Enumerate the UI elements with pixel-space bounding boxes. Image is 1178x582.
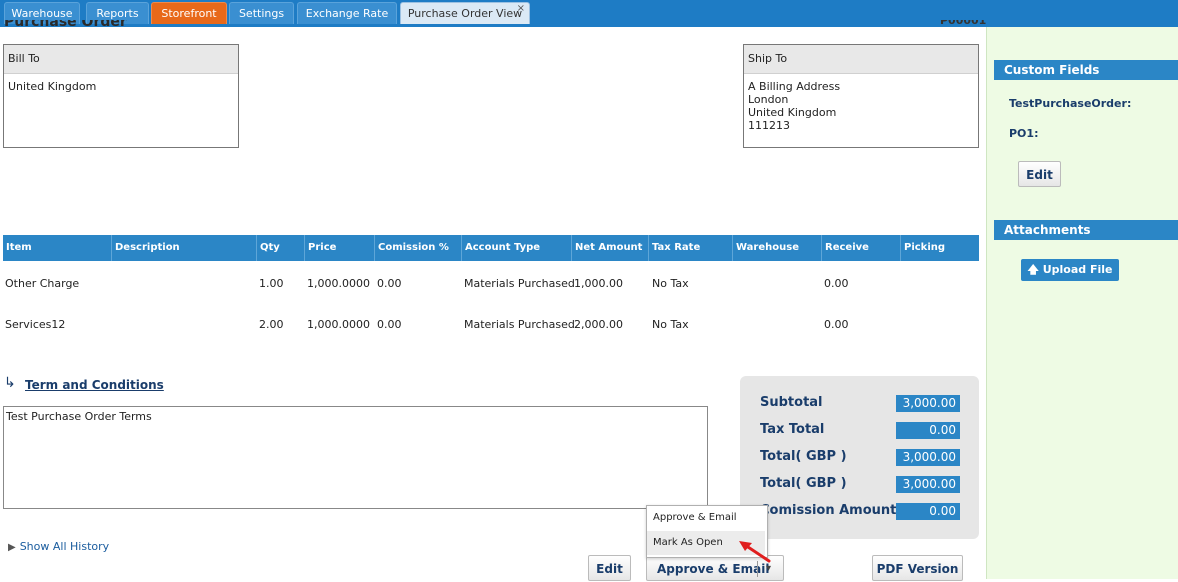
attachments-header: Attachments xyxy=(994,220,1178,240)
terms-textarea[interactable]: Test Purchase Order Terms xyxy=(3,406,708,509)
cell-account-type: Materials Purchased xyxy=(464,277,575,290)
tab-label: Reports xyxy=(96,7,139,20)
tax-total-value: 0.00 xyxy=(896,422,960,439)
cell-tax-rate: No Tax xyxy=(652,318,689,331)
address-line: A Billing Address xyxy=(748,80,841,93)
col-qty: Qty xyxy=(257,235,305,261)
col-description: Description xyxy=(112,235,257,261)
total-gbp-label: Total( GBP ) xyxy=(760,449,847,464)
cell-net-amount: 2,000.00 xyxy=(574,318,623,331)
order-number: P00001 xyxy=(940,20,987,27)
custom-field-label: TestPurchaseOrder: xyxy=(1009,97,1132,110)
tab-purchase-order-view[interactable]: Purchase Order View × xyxy=(400,2,530,24)
totals-panel: Subtotal 3,000.00 Tax Total 0.00 Total( … xyxy=(740,376,979,539)
upload-label: Upload File xyxy=(1042,263,1113,276)
table-row: Other Charge 1.00 1,000.0000 0.00 Materi… xyxy=(0,277,980,291)
edit-button[interactable]: Edit xyxy=(588,555,631,581)
custom-fields-header: Custom Fields xyxy=(994,60,1178,80)
triangle-right-icon: ▶ xyxy=(8,542,16,553)
total-gbp-label-2: Total( GBP ) xyxy=(760,476,847,491)
upload-file-button[interactable]: 🡅 Upload File xyxy=(1021,259,1119,281)
tab-settings[interactable]: Settings xyxy=(229,2,294,24)
red-arrow-annotation xyxy=(739,541,771,563)
arrow-up-icon: 🡅 xyxy=(1027,263,1039,276)
cell-price: 1,000.0000 xyxy=(307,318,370,331)
total-gbp-value: 3,000.00 xyxy=(896,449,960,466)
bill-to-address: United Kingdom xyxy=(4,74,238,99)
commission-amount-label: Comission Amount xyxy=(760,503,897,518)
address-line: London xyxy=(748,93,789,106)
col-warehouse: Warehouse xyxy=(733,235,822,261)
ship-to-title: Ship To xyxy=(744,45,978,74)
col-item: Item xyxy=(3,235,112,261)
cell-item: Services12 xyxy=(5,318,66,331)
tab-storefront[interactable]: Storefront xyxy=(151,2,227,24)
cell-tax-rate: No Tax xyxy=(652,277,689,290)
cell-receive: 0.00 xyxy=(824,318,849,331)
col-picking: Picking xyxy=(904,242,946,253)
total-gbp-value-2: 3,000.00 xyxy=(896,476,960,493)
address-line: United Kingdom xyxy=(8,80,97,93)
cell-item: Other Charge xyxy=(5,277,80,290)
ship-to-box: Ship To A Billing Address London United … xyxy=(743,44,979,148)
return-arrow-icon: ↳ xyxy=(4,375,16,391)
subtotal-label: Subtotal xyxy=(760,395,823,410)
commission-amount-value: 0.00 xyxy=(896,503,960,520)
custom-fields-edit-button[interactable]: Edit xyxy=(1018,161,1061,187)
tab-label: Purchase Order View xyxy=(407,7,523,20)
col-receive: Receive xyxy=(822,235,901,261)
terms-and-conditions-link[interactable]: Term and Conditions xyxy=(25,378,164,392)
address-line: 111213 xyxy=(748,119,790,132)
show-history-link[interactable]: ▶ Show All History xyxy=(8,540,109,553)
cell-commission: 0.00 xyxy=(377,277,402,290)
address-line: United Kingdom xyxy=(748,106,837,119)
tab-label: Exchange Rate xyxy=(305,7,389,20)
pdf-version-button[interactable]: PDF Version xyxy=(872,555,963,581)
tab-label: Warehouse xyxy=(11,7,73,20)
tax-total-label: Tax Total xyxy=(760,422,825,437)
col-commission: Comission % xyxy=(375,235,462,261)
cell-receive: 0.00 xyxy=(824,277,849,290)
bill-to-box: Bill To United Kingdom xyxy=(3,44,239,148)
col-tax-rate: Tax Rate xyxy=(649,235,733,261)
page-title: Purchase Order xyxy=(4,20,127,29)
custom-field-label: PO1: xyxy=(1009,127,1039,140)
cell-qty: 2.00 xyxy=(259,318,284,331)
cell-price: 1,000.0000 xyxy=(307,277,370,290)
menu-item-approve-email[interactable]: Approve & Email xyxy=(647,506,765,530)
table-row: Services12 2.00 1,000.0000 0.00 Material… xyxy=(0,318,980,332)
col-price: Price xyxy=(305,235,375,261)
history-label: Show All History xyxy=(19,540,110,553)
cell-qty: 1.00 xyxy=(259,277,284,290)
cell-net-amount: 1,000.00 xyxy=(574,277,623,290)
bill-to-title: Bill To xyxy=(4,45,238,74)
col-account-type: Account Type xyxy=(462,235,572,261)
cell-commission: 0.00 xyxy=(377,318,402,331)
cell-account-type: Materials Purchased xyxy=(464,318,575,331)
subtotal-value: 3,000.00 xyxy=(896,395,960,412)
tab-label: Settings xyxy=(238,7,285,20)
items-table-header: Item Description Qty Price Comission % A… xyxy=(3,235,979,261)
col-net-amount: Net Amount xyxy=(572,235,649,261)
right-sidebar: Custom Fields TestPurchaseOrder: PO1: Ed… xyxy=(986,27,1178,579)
close-icon[interactable]: × xyxy=(517,0,525,20)
ship-to-address: A Billing Address London United Kingdom … xyxy=(744,74,978,138)
tab-exchange-rate[interactable]: Exchange Rate xyxy=(297,2,397,24)
tab-label: Storefront xyxy=(161,7,217,20)
